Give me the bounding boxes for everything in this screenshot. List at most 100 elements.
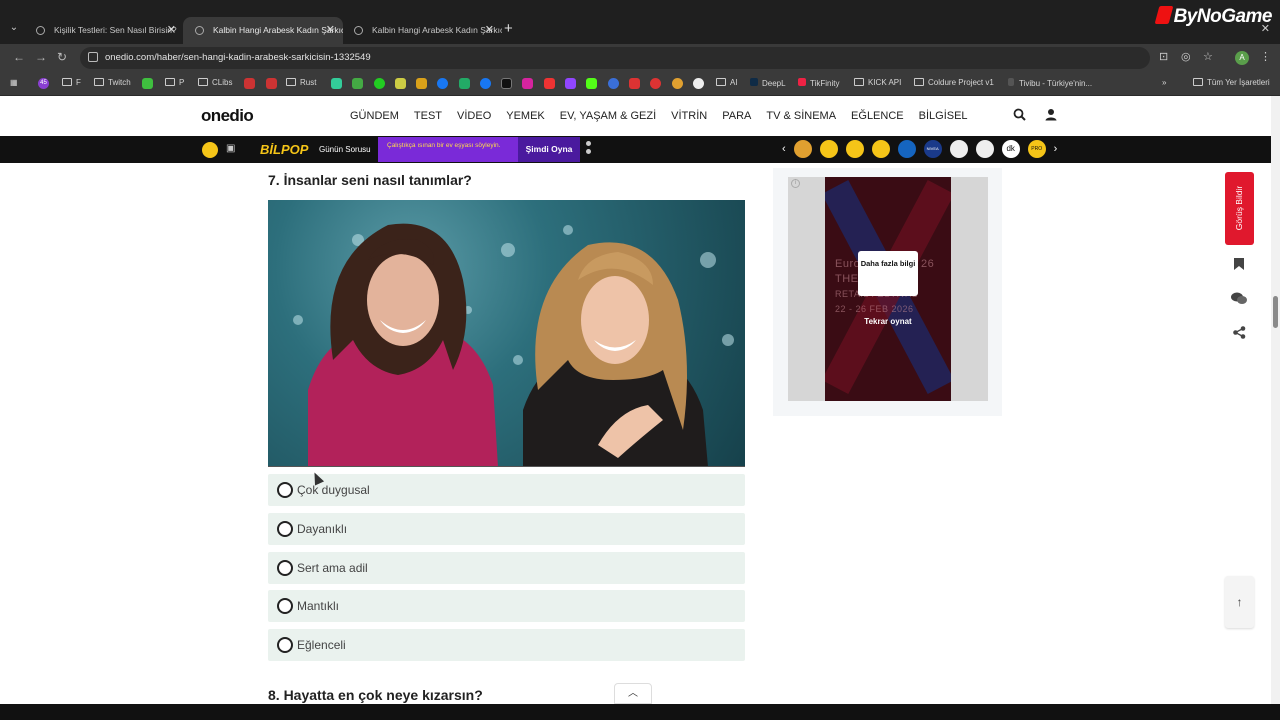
bookmark-icon[interactable] [374,78,385,89]
bookmarks-overflow-icon[interactable]: » [1162,78,1166,87]
nav-gundem[interactable]: GÜNDEM [350,110,399,122]
close-tab-icon[interactable]: ✕ [485,17,494,44]
browser-tab[interactable]: Kalbin Hangi Arabesk Kadın Şarkıcısı ✕ [342,17,502,44]
bookmark-star-icon[interactable]: ☆ [1203,50,1213,63]
nivea-logo-icon[interactable]: NIVEA [923,140,942,158]
menu-kebab-icon[interactable]: ⋮ [1260,50,1271,63]
bookmark-folder-f[interactable]: F [62,78,81,87]
bookmark-icon[interactable] [142,78,153,89]
nav-yemek[interactable]: YEMEK [506,110,545,122]
user-icon[interactable] [1045,108,1057,124]
forward-icon[interactable]: → [35,50,47,64]
nav-para[interactable]: PARA [722,110,751,122]
smile-emoji-icon[interactable] [871,140,890,158]
bookmark-folder-p[interactable]: P [165,78,184,87]
brand-badge-icon[interactable] [975,140,994,158]
bookmark-folder-all[interactable]: Tüm Yer İşaretleri [1193,78,1270,87]
pro-badge-icon[interactable]: PRO [1027,140,1046,158]
bookmark-folder-clibs[interactable]: CLibs [198,78,232,87]
search-icon[interactable] [1013,108,1026,124]
bookmark-folder-coldure[interactable]: Coldure Project v1 [914,78,994,87]
more-info-button[interactable]: Daha fazla bilgi [858,251,918,296]
tiktok-icon[interactable] [501,78,512,89]
install-icon[interactable]: ⊡ [1159,50,1168,63]
comments-icon[interactable] [1228,290,1250,312]
bookmark-icon[interactable] [629,78,640,89]
bookmark-icon[interactable] [1228,255,1250,277]
radio-button[interactable] [277,598,293,614]
bookmark-folder-rust[interactable]: Rust [286,78,316,87]
page-scrollbar[interactable] [1271,96,1280,704]
back-icon[interactable]: ← [13,50,25,64]
bookmark-badge[interactable]: 45 [38,78,49,89]
bookmark-icon[interactable] [437,78,448,89]
radio-button[interactable] [277,637,293,653]
github-icon[interactable] [693,78,704,89]
bookmark-icon[interactable] [395,78,406,89]
apps-grid-icon[interactable]: ▦ [10,78,18,87]
twitch-icon[interactable] [565,78,576,89]
chevron-left-icon[interactable]: ‹ [782,143,786,155]
facebook-icon[interactable] [480,78,491,89]
bookmark-tivibu[interactable]: Tivibu - Türkiye'nin... [1008,78,1092,88]
nav-vitrin[interactable]: VİTRİN [671,110,707,122]
brand-logo-icon[interactable] [897,140,916,158]
eye-off-icon[interactable]: ◎ [1181,50,1191,63]
answer-option[interactable]: Eğlenceli [268,629,745,661]
browser-tab[interactable]: Kişilik Testleri: Sen Nasıl Birisin? ✕ [24,17,184,44]
site-info-icon[interactable] [88,52,98,62]
radio-button[interactable] [277,482,293,498]
bilpop-logo[interactable]: BİLPOP [260,142,308,157]
nav-video[interactable]: VİDEO [457,110,491,122]
answer-option[interactable]: Dayanıklı [268,513,745,545]
radio-button[interactable] [277,521,293,537]
scrollbar-thumb[interactable] [1273,296,1278,328]
sad-emoji-icon[interactable] [845,140,864,158]
nav-bilgisel[interactable]: BİLGİSEL [919,110,968,122]
share-icon[interactable] [1228,324,1250,346]
nav-tv-sinema[interactable]: TV & SİNEMA [766,110,836,122]
chevron-right-icon[interactable]: › [1054,143,1058,155]
close-tab-icon[interactable]: ✕ [167,17,176,44]
cross-badge-icon[interactable] [949,140,968,158]
bookmark-icon[interactable] [244,78,255,89]
close-tab-icon[interactable]: ✕ [326,17,335,44]
nav-test[interactable]: TEST [414,110,442,122]
chevron-up-icon[interactable]: ︿ [614,683,652,704]
kick-icon[interactable] [586,78,597,89]
bookmark-icon[interactable] [608,78,619,89]
bookmark-icon[interactable] [266,78,277,89]
answer-option[interactable]: Sert ama adil [268,552,745,584]
bookmark-icon[interactable] [352,78,363,89]
answer-option[interactable]: Mantıklı [268,590,745,622]
heart-eyes-emoji-icon[interactable] [819,140,838,158]
bookmark-icon[interactable] [650,78,661,89]
bookmark-folder-kick-api[interactable]: KICK API [854,78,901,87]
answer-option[interactable]: Çok duygusal [268,474,745,506]
bookmark-tikfinity[interactable]: TikFinity [798,78,839,88]
reload-icon[interactable]: ↻ [57,50,67,64]
ad-info-icon[interactable]: i [791,179,800,188]
play-now-button[interactable]: Şimdi Oyna [518,137,580,162]
new-tab-icon[interactable]: + [504,20,513,37]
bookmark-icon[interactable] [416,78,427,89]
bookmark-folder-twitch[interactable]: Twitch [94,78,131,87]
replay-button[interactable]: Tekrar oynat [825,317,951,326]
youtube-icon[interactable] [544,78,555,89]
url-field[interactable]: onedio.com/haber/sen-hangi-kadin-arabesk… [80,47,1150,69]
gallery-icon[interactable]: ▣ [226,143,242,159]
bookmark-folder-ai[interactable]: AI [716,78,738,87]
cookie-emoji-icon[interactable] [793,140,812,158]
bookmark-deepl[interactable]: DeepL [750,78,786,88]
daily-question-promo[interactable]: Çalıştıkça ısınan bir ev eşyası söyleyin… [378,137,518,162]
radio-button[interactable] [277,560,293,576]
bookmark-icon[interactable] [459,78,470,89]
nav-eglence[interactable]: EĞLENCE [851,110,904,122]
browser-tab-active[interactable]: Kalbin Hangi Arabesk Kadın Şarkıcısı ✕ [183,17,343,44]
instagram-icon[interactable] [522,78,533,89]
carousel-dots[interactable] [586,141,592,157]
window-close-icon[interactable]: ✕ [1261,22,1270,35]
scroll-to-top-button[interactable]: ↑ [1225,576,1254,628]
bookmark-icon[interactable] [672,78,683,89]
profile-avatar[interactable]: A [1235,51,1249,65]
